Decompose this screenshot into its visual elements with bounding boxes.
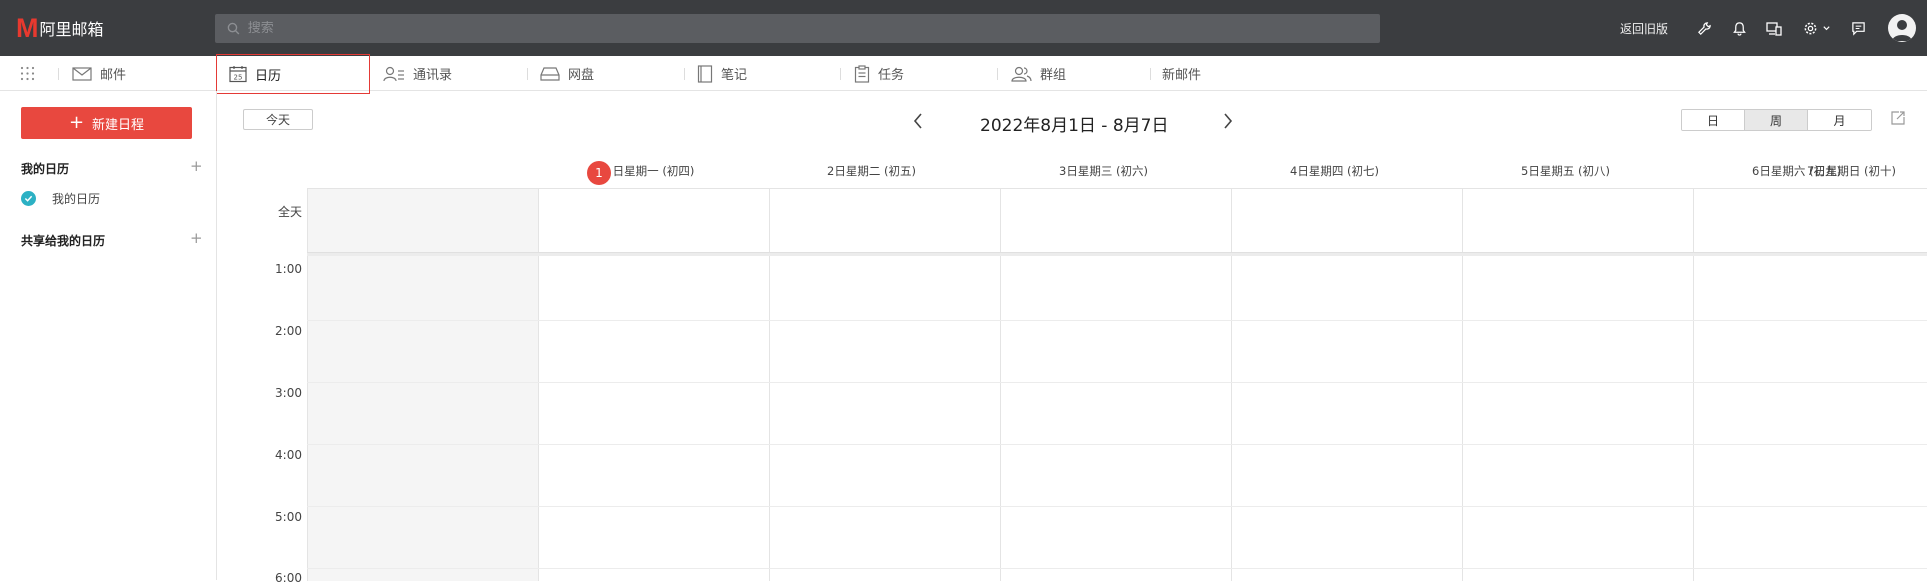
column-line [538,189,539,581]
all-day-label: 全天 [277,205,302,219]
logo-mark: M [16,12,38,43]
add-shared-calendar-icon[interactable]: + [190,229,203,247]
tab-calendar[interactable]: 25 日历 [216,54,370,94]
tab-tasks[interactable]: 任务 [854,56,904,91]
settings-icon[interactable] [1800,16,1834,40]
date-range-title: 2022年8月1日 - 8月7日 [980,116,1169,136]
column-line [1693,189,1694,581]
nav-divider [684,68,685,80]
calendar-item-label: 我的日历 [52,192,101,206]
tab-label: 通讯录 [413,68,453,83]
tab-mail[interactable]: 邮件 [72,56,126,91]
bell-icon[interactable] [1729,16,1749,40]
hour-line [307,382,1927,383]
hour-line [307,506,1927,507]
nav-divider [997,68,998,80]
tab-label: 任务 [878,68,905,83]
add-calendar-icon[interactable]: + [190,157,203,175]
view-day-button[interactable]: 日 [1682,110,1745,130]
tab-label: 日历 [255,68,282,84]
groups-icon [1011,66,1032,82]
column-line [769,189,770,581]
drive-icon [540,66,560,81]
apps-grid-icon[interactable] [20,56,35,91]
tab-groups[interactable]: 群组 [1010,56,1066,91]
hour-line [307,320,1927,321]
tab-new-mail[interactable]: 新邮件 [1154,56,1201,91]
hour-label: 6:00 [275,571,302,585]
calendar-icon-day: 25 [234,73,243,81]
chevron-right-icon[interactable] [1218,111,1238,131]
avatar[interactable] [1888,14,1916,42]
search-input[interactable] [247,21,1380,36]
logo[interactable]: M 阿里邮箱 [16,12,104,43]
view-month-button[interactable]: 月 [1808,110,1871,130]
top-bar: M 阿里邮箱 返回旧版 [0,0,1927,56]
notes-icon [697,64,713,83]
day-header[interactable]: 日星期一 (初四) [538,163,769,179]
calendar-icon: 25 [229,66,247,83]
plus-icon: + [68,112,85,133]
my-calendars-heading: 我的日历 [21,162,70,176]
hour-line [307,444,1927,445]
tab-contacts[interactable]: 通讯录 [383,56,452,91]
tab-label: 新邮件 [1162,68,1202,83]
hour-label: 5:00 [275,510,302,524]
chevron-down-icon [1823,25,1830,30]
check-icon[interactable] [21,191,36,206]
contacts-icon [383,66,404,81]
tasks-icon [854,64,870,83]
column-line [1462,189,1463,581]
export-icon[interactable] [1890,110,1908,128]
sidebar: + 新建日程 我的日历 + 我的日历 共享给我的日历 + [0,91,217,580]
nav-divider [1150,68,1151,80]
tab-label: 群组 [1040,68,1067,83]
all-day-separator [307,252,1927,256]
day-header[interactable]: 3日星期三 (初六) [988,163,1219,179]
message-icon[interactable] [1848,16,1868,40]
today-column[interactable] [307,189,538,581]
new-event-label: 新建日程 [92,117,145,133]
nav-divider [527,68,528,80]
tab-label: 邮件 [100,68,127,83]
hour-label: 4:00 [275,448,302,462]
tab-drive[interactable]: 网盘 [540,56,594,91]
chevron-left-icon[interactable] [908,111,928,131]
hour-line [307,568,1927,569]
day-header[interactable]: 5日星期五 (初八) [1450,163,1681,179]
column-line [1231,189,1232,581]
app-nav: 邮件 25 日历 通讯录 网盘 笔记 任务 群组 新邮件 [0,54,1927,94]
devices-icon[interactable] [1764,16,1784,40]
shared-calendars-heading: 共享给我的日历 [21,234,106,248]
new-event-button[interactable]: + 新建日程 [21,107,192,139]
calendar-item[interactable]: 我的日历 [21,190,100,207]
calendar-main: 今天 2022年8月1日 - 8月7日 日 周 月 1 日星期一 (初四) 2日… [218,91,1927,585]
day-header[interactable]: 2日星期二 (初五) [756,163,987,179]
hour-label: 3:00 [275,386,302,400]
today-button[interactable]: 今天 [243,109,313,130]
hour-label: 2:00 [275,324,302,338]
view-week-button[interactable]: 周 [1745,110,1808,130]
tab-notes[interactable]: 笔记 [697,56,747,91]
nav-divider [840,68,841,80]
day-header[interactable]: 4日星期四 (初七) [1219,163,1450,179]
mail-icon [72,66,92,81]
nav-divider [58,68,59,80]
tab-label: 网盘 [568,68,595,83]
view-switcher: 日 周 月 [1681,109,1872,131]
column-line [1000,189,1001,581]
hour-label: 1:00 [275,262,302,276]
search-icon [227,22,240,35]
search-box[interactable] [215,14,1380,43]
column-line [307,189,308,581]
old-version-link[interactable]: 返回旧版 [1620,16,1668,40]
week-grid[interactable] [307,188,1927,581]
tools-icon[interactable] [1694,16,1714,40]
logo-text: 阿里邮箱 [39,20,104,39]
tab-label: 笔记 [721,68,748,83]
